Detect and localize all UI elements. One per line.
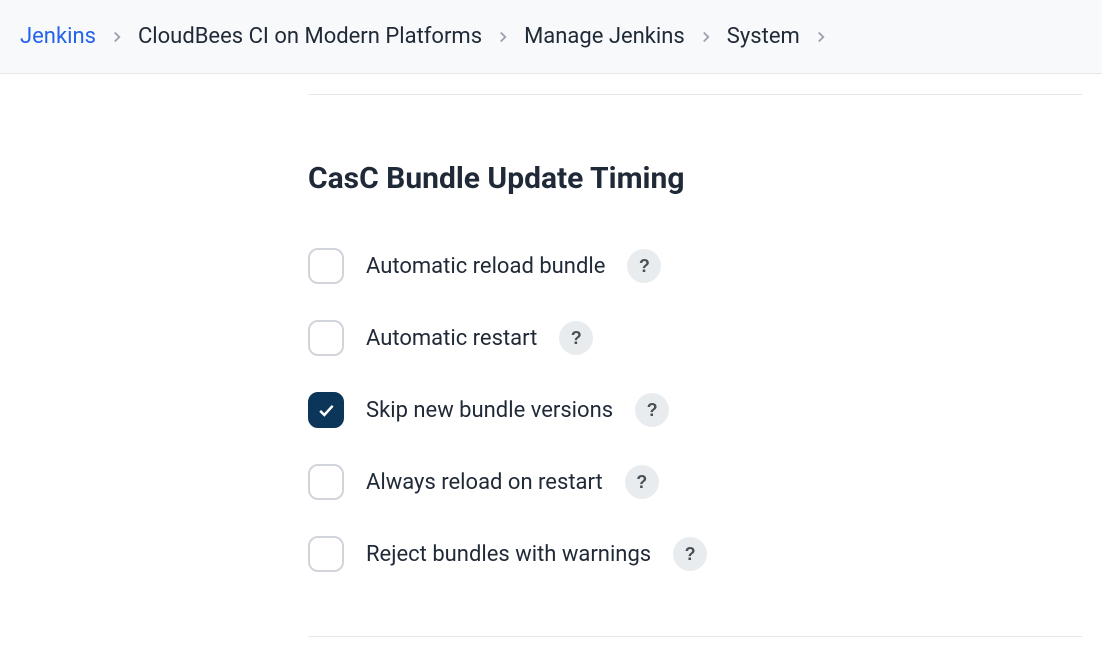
help-icon[interactable]: ? <box>627 249 661 283</box>
checkbox-always-reload-on-restart[interactable] <box>308 464 344 500</box>
option-always-reload-on-restart: Always reload on restart ? <box>308 464 1082 500</box>
option-label[interactable]: Reject bundles with warnings <box>366 542 651 567</box>
help-icon[interactable]: ? <box>673 537 707 571</box>
chevron-right-icon <box>812 28 830 46</box>
option-automatic-restart: Automatic restart ? <box>308 320 1082 356</box>
checkbox-automatic-reload-bundle[interactable] <box>308 248 344 284</box>
option-label[interactable]: Skip new bundle versions <box>366 398 613 423</box>
divider <box>308 636 1082 637</box>
check-icon <box>316 400 336 420</box>
breadcrumb: Jenkins CloudBees CI on Modern Platforms… <box>0 0 1102 74</box>
breadcrumb-item-manage-jenkins[interactable]: Manage Jenkins <box>524 24 685 49</box>
breadcrumb-item-jenkins[interactable]: Jenkins <box>20 24 96 49</box>
option-reject-bundles-with-warnings: Reject bundles with warnings ? <box>308 536 1082 572</box>
option-label[interactable]: Automatic restart <box>366 326 537 351</box>
help-icon[interactable]: ? <box>625 465 659 499</box>
main-content: CasC Bundle Update Timing Automatic relo… <box>0 94 1102 637</box>
chevron-right-icon <box>494 28 512 46</box>
chevron-right-icon <box>697 28 715 46</box>
chevron-right-icon <box>108 28 126 46</box>
option-skip-new-bundle-versions: Skip new bundle versions ? <box>308 392 1082 428</box>
help-icon[interactable]: ? <box>559 321 593 355</box>
option-label[interactable]: Always reload on restart <box>366 470 603 495</box>
checkbox-skip-new-bundle-versions[interactable] <box>308 392 344 428</box>
breadcrumb-item-cloudbees[interactable]: CloudBees CI on Modern Platforms <box>138 24 482 49</box>
option-label[interactable]: Automatic reload bundle <box>366 254 605 279</box>
help-icon[interactable]: ? <box>635 393 669 427</box>
section-title: CasC Bundle Update Timing <box>308 161 1082 196</box>
checkbox-reject-bundles-with-warnings[interactable] <box>308 536 344 572</box>
divider <box>308 94 1082 95</box>
option-list: Automatic reload bundle ? Automatic rest… <box>308 248 1082 572</box>
option-automatic-reload-bundle: Automatic reload bundle ? <box>308 248 1082 284</box>
breadcrumb-item-system[interactable]: System <box>727 24 800 49</box>
checkbox-automatic-restart[interactable] <box>308 320 344 356</box>
